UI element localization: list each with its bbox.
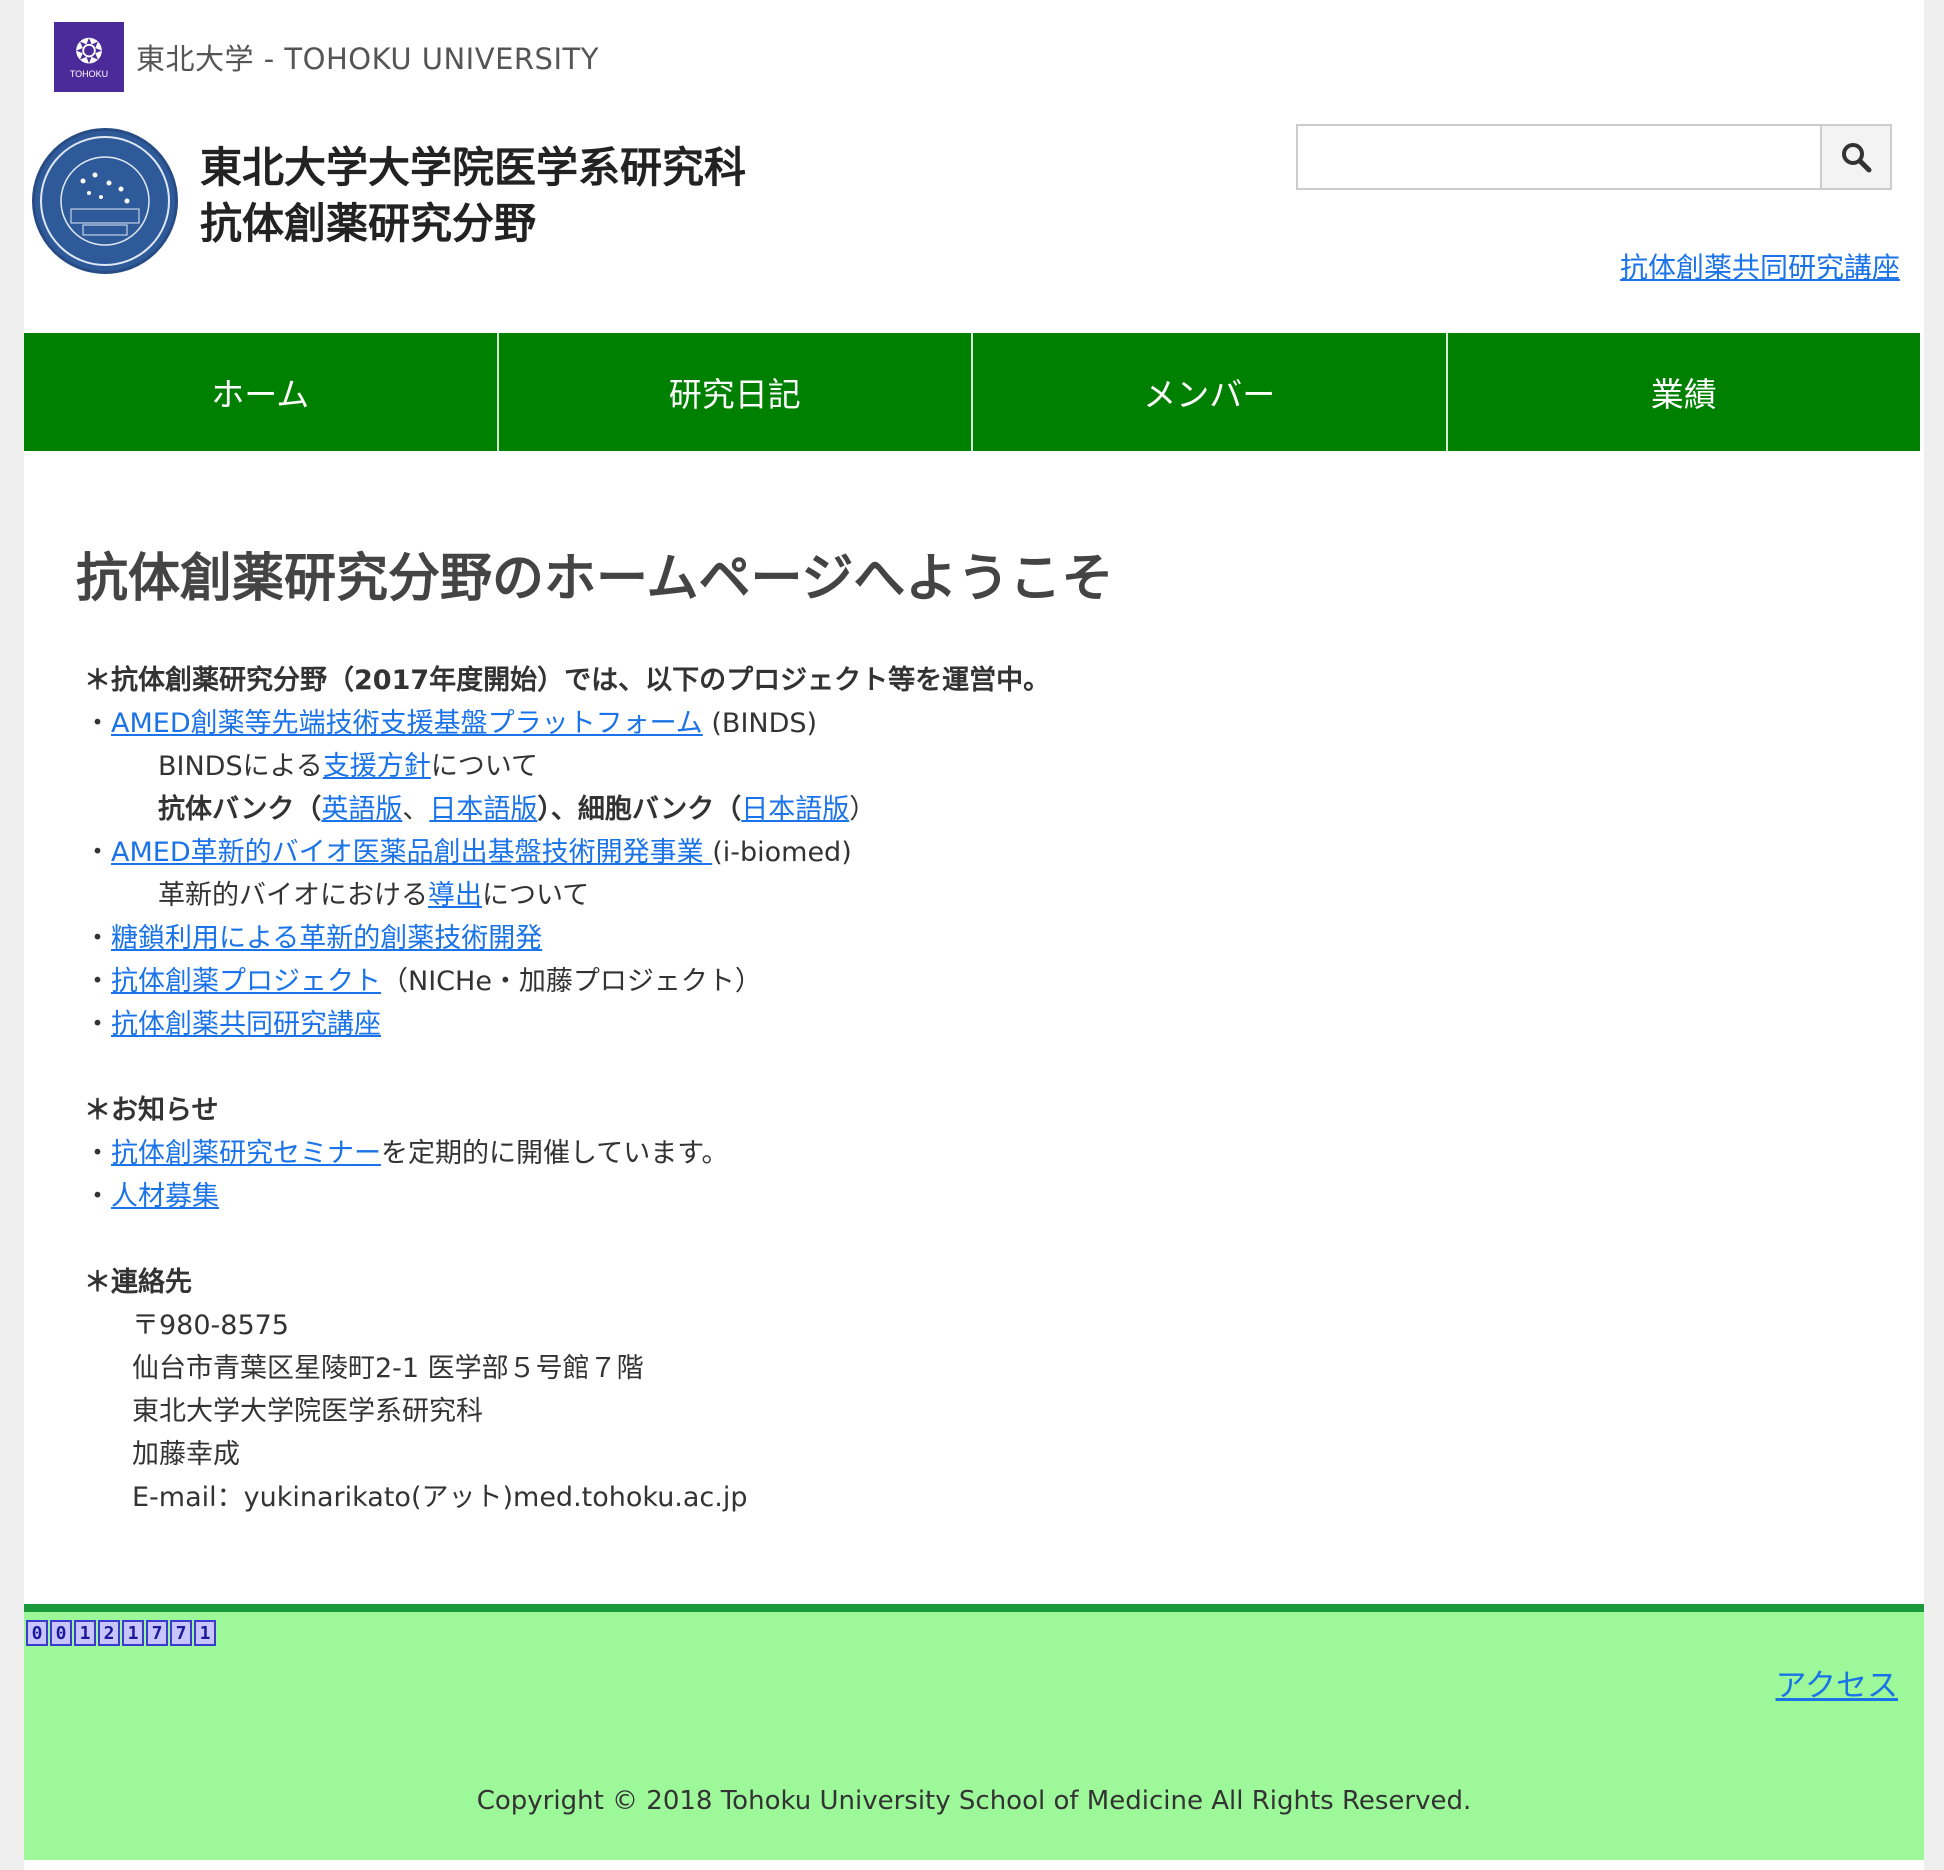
content-body: ＊抗体創薬研究分野（2017年度開始）では、以下のプロジェクト等を運営中。 ・A… — [76, 659, 1876, 1519]
antibody-project-link[interactable]: 抗体創薬プロジェクト — [111, 966, 381, 997]
school-seal-logo[interactable] — [32, 128, 178, 274]
bank-end: ） — [849, 794, 877, 825]
counter-digit: 7 — [170, 1620, 192, 1646]
list-subitem-ibiomed: 革新的バイオにおける導出について — [158, 874, 1876, 917]
ibiomed-link[interactable]: AMED革新的バイオ医薬品創出基盤技術開発事業 — [111, 837, 712, 868]
counter-digit: 1 — [74, 1620, 96, 1646]
nav-item-members[interactable]: メンバー — [973, 333, 1448, 451]
access-link[interactable]: アクセス — [1776, 1660, 1898, 1705]
search-input[interactable] — [1298, 126, 1820, 188]
contact-email: E-mail：yukinarikato(アット)med.tohoku.ac.jp — [132, 1482, 748, 1513]
bank-sep: 、 — [402, 794, 430, 825]
support-policy-link[interactable]: 支援方針 — [323, 751, 431, 782]
site-title[interactable]: 東北大学大学院医学系研究科 抗体創薬研究分野 — [200, 140, 746, 252]
counter-digit: 0 — [26, 1620, 48, 1646]
page-title: 抗体創薬研究分野のホームページへようこそ — [76, 549, 1114, 609]
list-subitem-binds-policy: BINDSによる支援方針について — [158, 745, 1876, 788]
tohoku-logo[interactable]: ❂ TOHOKU — [54, 22, 124, 92]
bullet: ・ — [84, 837, 111, 868]
news-heading: ＊お知らせ — [84, 1095, 219, 1126]
seminar-link[interactable]: 抗体創薬研究セミナー — [111, 1138, 381, 1169]
list-item-binds: ・AMED創薬等先端技術支援基盤プラットフォーム (BINDS) — [84, 702, 1876, 745]
ibiomed-suffix: (i-biomed) — [712, 837, 852, 868]
antibody-bank-ja-link[interactable]: 日本語版 — [429, 794, 537, 825]
list-item-glyco: ・糖鎖利用による革新的創薬技術開発 — [84, 917, 1876, 960]
list-item-seminar: ・抗体創薬研究セミナーを定期的に開催しています。 — [84, 1132, 1876, 1175]
bank-mid: ）、細胞バンク（ — [537, 794, 742, 825]
bullet: ・ — [84, 1138, 111, 1169]
contact-department: 東北大学大学院医学系研究科 — [132, 1396, 483, 1427]
site-title-line2: 抗体創薬研究分野 — [200, 199, 537, 248]
counter-digit: 0 — [50, 1620, 72, 1646]
antibody-project-suffix: （NICHe・加藤プロジェクト） — [381, 966, 762, 997]
bullet: ・ — [84, 1009, 111, 1040]
university-topbar: ❂ TOHOKU 東北大学 - TOHOKU UNIVERSITY — [54, 22, 599, 92]
list-item-joint-course: ・抗体創薬共同研究講座 — [84, 1003, 1876, 1046]
contact-person: 加藤幸成 — [132, 1439, 240, 1470]
contact-address: 仙台市青葉区星陵町2-1 医学部５号館７階 — [132, 1353, 644, 1384]
ibiomed-sub-suffix: について — [482, 880, 590, 911]
university-name[interactable]: 東北大学 - TOHOKU UNIVERSITY — [136, 36, 599, 78]
main-content: 抗体創薬研究分野のホームページへようこそ ＊抗体創薬研究分野（2017年度開始）… — [76, 536, 1876, 1519]
list-subitem-banks: 抗体バンク（英語版、日本語版）、細胞バンク（日本語版） — [158, 788, 1876, 831]
contact-heading: ＊連絡先 — [84, 1267, 192, 1298]
binds-suffix: (BINDS) — [702, 708, 818, 739]
search-button[interactable] — [1820, 126, 1890, 188]
copyright: Copyright © 2018 Tohoku University Schoo… — [476, 1786, 1472, 1816]
binds-link[interactable]: AMED創薬等先端技術支援基盤プラットフォーム — [111, 708, 703, 739]
seal-icon — [40, 136, 170, 266]
bullet: ・ — [84, 923, 111, 954]
derivation-link[interactable]: 導出 — [428, 880, 482, 911]
visitor-counter: 0 0 1 2 1 7 7 1 — [26, 1620, 216, 1646]
projects-heading: ＊抗体創薬研究分野（2017年度開始）では、以下のプロジェクト等を運営中。 — [84, 665, 1051, 696]
bullet: ・ — [84, 966, 111, 997]
bank-prefix: 抗体バンク（ — [158, 794, 322, 825]
counter-digit: 1 — [194, 1620, 216, 1646]
counter-digit: 1 — [122, 1620, 144, 1646]
nav-item-achievements[interactable]: 業績 — [1448, 333, 1921, 451]
glyco-link[interactable]: 糖鎖利用による革新的創薬技術開発 — [111, 923, 542, 954]
joint-course-link[interactable]: 抗体創薬共同研究講座 — [111, 1009, 381, 1040]
site-title-line1: 東北大学大学院医学系研究科 — [200, 143, 747, 192]
footer: 0 0 1 2 1 7 7 1 アクセス Copyright © 2018 To… — [24, 1604, 1924, 1860]
seminar-suffix: を定期的に開催しています。 — [381, 1138, 729, 1169]
binds-sub-suffix: について — [430, 751, 539, 782]
main-nav: ホーム 研究日記 メンバー 業績 — [24, 333, 1920, 451]
recruit-link[interactable]: 人材募集 — [111, 1181, 219, 1212]
nav-item-home[interactable]: ホーム — [24, 333, 499, 451]
list-item-ibiomed: ・AMED革新的バイオ医薬品創出基盤技術開発事業 (i-biomed) — [84, 831, 1876, 874]
cell-bank-ja-link[interactable]: 日本語版 — [741, 794, 849, 825]
search-box — [1296, 124, 1892, 190]
tohoku-logo-text: TOHOKU — [69, 69, 109, 79]
bullet: ・ — [84, 708, 111, 739]
bullet: ・ — [84, 1181, 111, 1212]
list-item-antibody-project: ・抗体創薬プロジェクト（NICHe・加藤プロジェクト） — [84, 960, 1876, 1003]
antibody-bank-en-link[interactable]: 英語版 — [321, 794, 402, 825]
binds-sub-prefix: BINDSによる — [158, 751, 323, 782]
counter-digit: 2 — [98, 1620, 120, 1646]
list-item-recruit: ・人材募集 — [84, 1175, 1876, 1218]
tohoku-emblem-icon: ❂ — [74, 33, 104, 71]
counter-digit: 7 — [146, 1620, 168, 1646]
contact-postal: 〒980-8575 — [132, 1310, 289, 1341]
search-icon — [1842, 143, 1872, 173]
nav-item-research-diary[interactable]: 研究日記 — [499, 333, 973, 451]
page: ❂ TOHOKU 東北大学 - TOHOKU UNIVERSITY 東北大学大学… — [24, 0, 1924, 1870]
ibiomed-sub-prefix: 革新的バイオにおける — [158, 880, 428, 911]
joint-research-link[interactable]: 抗体創薬共同研究講座 — [1620, 246, 1900, 286]
